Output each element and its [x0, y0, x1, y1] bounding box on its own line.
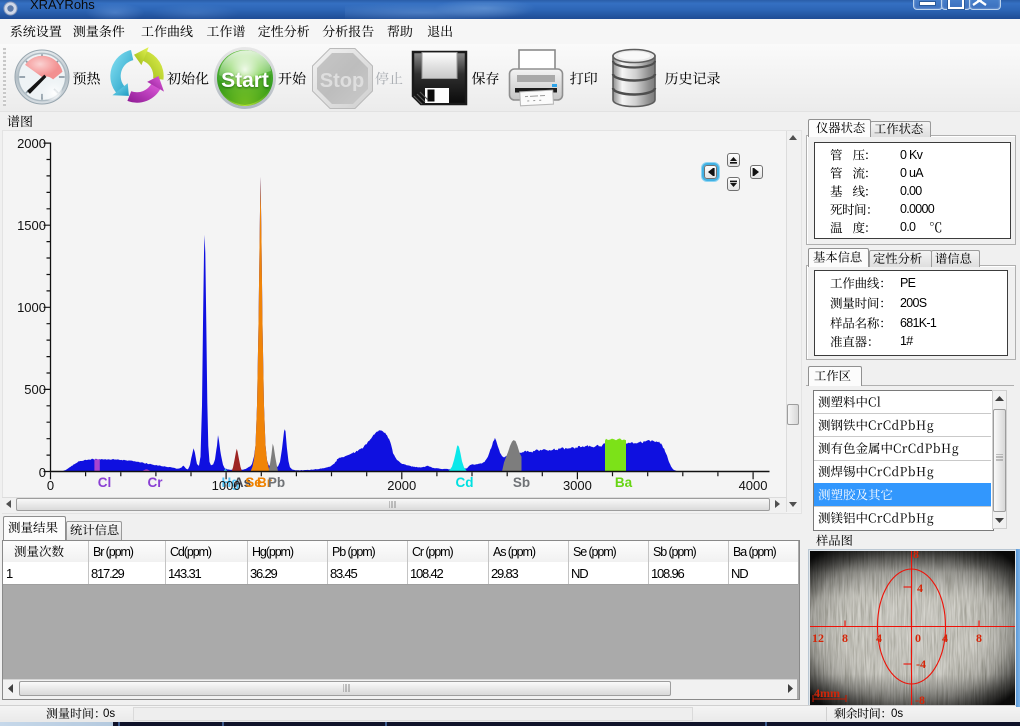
svg-text:Start: Start	[221, 69, 269, 92]
svg-text:Stop: Stop	[320, 70, 364, 92]
